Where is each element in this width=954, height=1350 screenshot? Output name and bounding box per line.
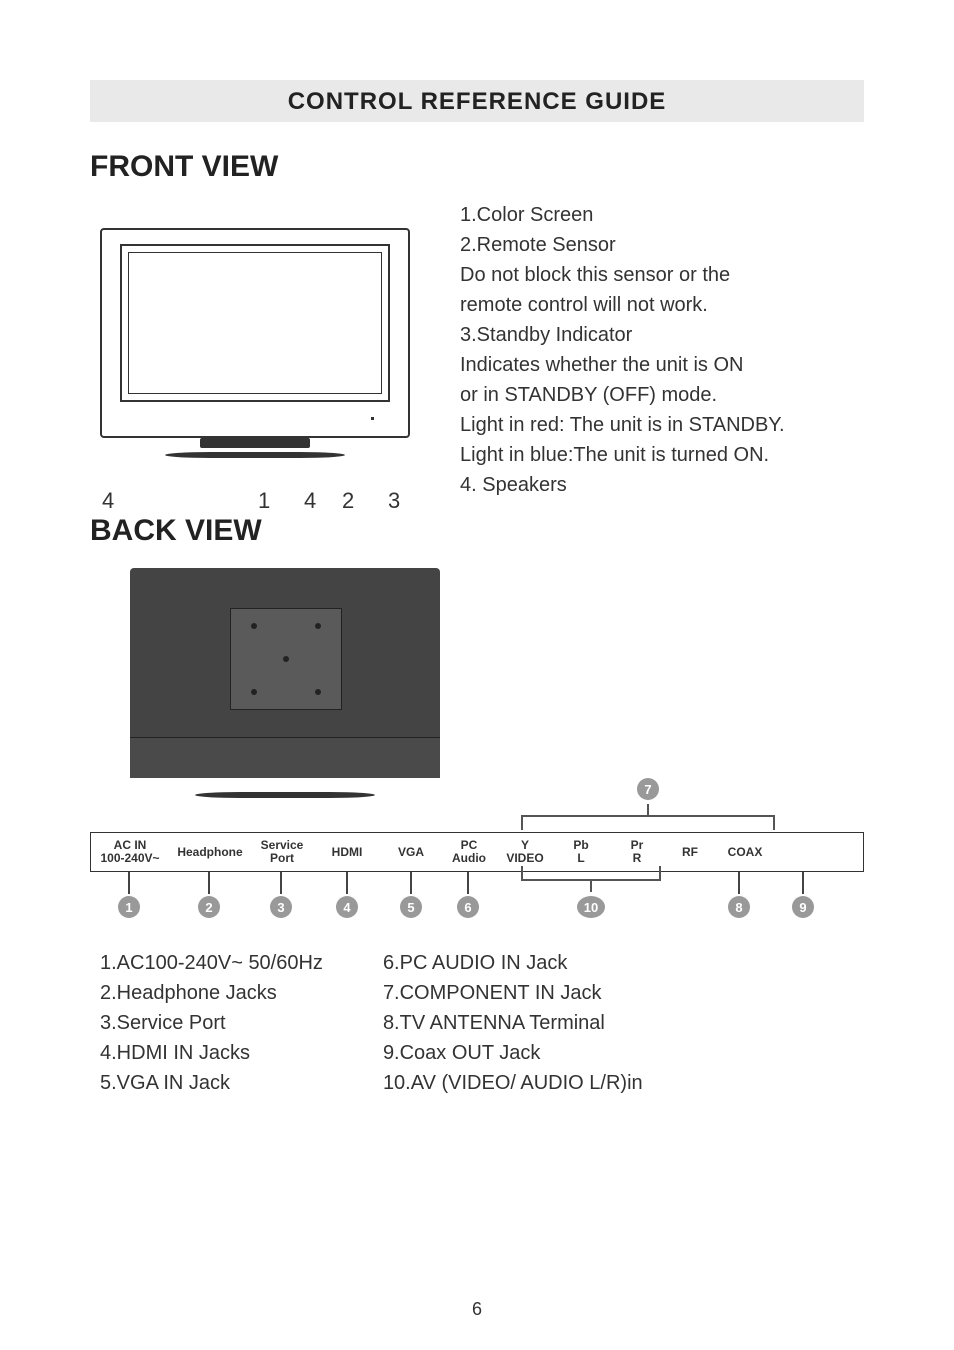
front-line: Light in blue:The unit is turned ON. (460, 440, 864, 470)
tv-sensor-dot (371, 417, 374, 420)
tv-back-center-panel (230, 608, 342, 710)
vesa-hole-icon (315, 623, 321, 629)
list-item: 10.AV (VIDEO/ AUDIO L/R)in (383, 1068, 643, 1098)
list-item: 8.TV ANTENNA Terminal (383, 1008, 643, 1038)
connector-num-6: 6 (457, 896, 479, 918)
connector-num-9: 9 (792, 896, 814, 918)
list-item: 9.Coax OUT Jack (383, 1038, 643, 1068)
front-line: 1.Color Screen (460, 200, 864, 230)
conn-label-headphone: Headphone (169, 840, 251, 865)
connector-num-10: 10 (577, 896, 605, 918)
front-line: or in STANDBY (OFF) mode. (460, 380, 864, 410)
front-line: Indicates whether the unit is ON (460, 350, 864, 380)
list-item: 5.VGA IN Jack (100, 1068, 323, 1098)
front-line: 2.Remote Sensor (460, 230, 864, 260)
front-line: Do not block this sensor or the (460, 260, 864, 290)
front-line: remote control will not work. (460, 290, 864, 320)
vesa-hole-icon (251, 689, 257, 695)
list-item: 4.HDMI IN Jacks (100, 1038, 323, 1068)
connector-num-4: 4 (336, 896, 358, 918)
tv-screen (120, 244, 390, 402)
connector-num-3: 3 (270, 896, 292, 918)
front-line: Light in red: The unit is in STANDBY. (460, 410, 864, 440)
conn-label-text: R (609, 852, 665, 865)
front-callouts: 4 1 4 2 3 (90, 454, 420, 504)
front-callout-1: 1 (258, 488, 270, 514)
conn-label-coax: COAX (715, 840, 775, 865)
connector-num-7: 7 (637, 778, 659, 800)
connector-num-5: 5 (400, 896, 422, 918)
front-line: 4. Speakers (460, 470, 864, 500)
back-heading: BACK VIEW (90, 514, 864, 548)
conn-label-text: VIDEO (497, 852, 553, 865)
front-description: 1.Color Screen 2.Remote Sensor Do not bl… (460, 198, 864, 500)
front-line: 3.Standby Indicator (460, 320, 864, 350)
page: CONTROL REFERENCE GUIDE FRONT VIEW 4 1 4… (0, 0, 954, 1350)
conn-label-rf: RF (665, 840, 715, 865)
list-item: 7.COMPONENT IN Jack (383, 978, 643, 1008)
front-callout-3: 3 (388, 488, 400, 514)
front-heading: FRONT VIEW (90, 150, 864, 184)
conn-label-text: L (553, 852, 609, 865)
vesa-hole-icon (251, 623, 257, 629)
list-item: 1.AC100-240V~ 50/60Hz (100, 948, 323, 978)
connector-num-8: 8 (728, 896, 750, 918)
front-callout-4b: 4 (304, 488, 316, 514)
back-legend-col-left: 1.AC100-240V~ 50/60Hz 2.Headphone Jacks … (100, 948, 323, 1098)
list-item: 2.Headphone Jacks (100, 978, 323, 1008)
back-view-section: 7 AC IN 100-240V~ Headphone Service Port… (90, 568, 864, 1098)
vesa-hole-icon (315, 689, 321, 695)
connector-num-2: 2 (198, 896, 220, 918)
tv-back-ports-strip (130, 737, 440, 778)
page-title: CONTROL REFERENCE GUIDE (90, 80, 864, 122)
conn-label-text: 100-240V~ (91, 852, 169, 865)
conn-label-text: Audio (441, 852, 497, 865)
back-legend-col-right: 6.PC AUDIO IN Jack 7.COMPONENT IN Jack 8… (383, 948, 643, 1098)
conn-label-vga: VGA (381, 840, 441, 865)
tv-back-illustration (130, 568, 440, 778)
list-item: 3.Service Port (100, 1008, 323, 1038)
front-view-section: 4 1 4 2 3 1.Color Screen 2.Remote Sensor… (90, 198, 864, 504)
conn-label-hdmi: HDMI (313, 840, 381, 865)
connector-row: 7 AC IN 100-240V~ Headphone Service Port… (90, 832, 864, 922)
list-item: 6.PC AUDIO IN Jack (383, 948, 643, 978)
component-bracket-icon (90, 796, 864, 832)
vesa-hole-icon (283, 656, 289, 662)
tv-front-illustration (100, 228, 410, 438)
front-figure: 4 1 4 2 3 (90, 198, 420, 504)
front-callout-2: 2 (342, 488, 354, 514)
back-legend: 1.AC100-240V~ 50/60Hz 2.Headphone Jacks … (100, 948, 864, 1098)
connector-num-1: 1 (118, 896, 140, 918)
tv-stand-neck (200, 438, 310, 448)
conn-label-text: Port (251, 852, 313, 865)
page-number: 6 (0, 1299, 954, 1320)
connector-ticks: 1 2 3 4 5 6 10 8 9 (90, 872, 864, 922)
front-callout-4a: 4 (102, 488, 114, 514)
back-figure (120, 568, 450, 798)
